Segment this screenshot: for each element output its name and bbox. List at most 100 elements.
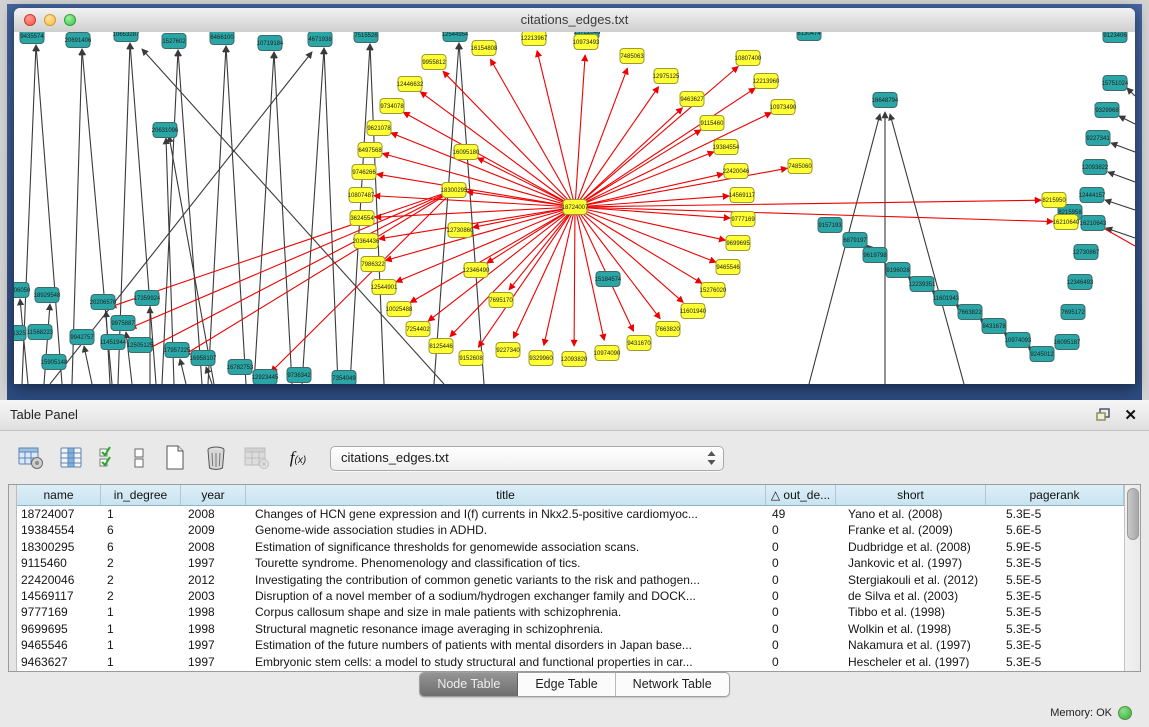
show-columns-icon[interactable] — [57, 443, 87, 473]
node-label: 9777169 — [731, 217, 755, 223]
node-label: 12730867 — [1073, 250, 1100, 256]
cell-in_degree: 1 — [101, 637, 181, 653]
node-label: 9157193 — [818, 223, 842, 229]
table-toolbar: f(x) citations_edges.txt — [16, 440, 724, 476]
node-label: 16782753 — [227, 365, 254, 371]
cell-name: 9115460 — [17, 555, 101, 571]
node-label: 7515526 — [354, 33, 378, 39]
table-row[interactable]: 911546021997Tourette syndrome. Phenomeno… — [17, 555, 1124, 571]
table-panel-title: Table Panel — [10, 400, 78, 430]
node-label: 7485063 — [620, 54, 644, 60]
node-label: 12544901 — [371, 285, 398, 291]
node-label: 12730860 — [447, 228, 474, 234]
close-window-button[interactable] — [24, 14, 36, 26]
table-header-row: namein_degreeyeartitle△ out_de...shortpa… — [17, 485, 1124, 506]
network-canvas[interactable]: 9435574206914061065328715276026466100107… — [14, 32, 1135, 384]
table-row[interactable]: 2242004622012Investigating the contribut… — [17, 572, 1124, 588]
memory-status-indicator — [1118, 706, 1132, 720]
cell-short: Wolkin et al. (1998) — [836, 621, 986, 637]
zoom-window-button[interactable] — [64, 14, 76, 26]
column-header-name[interactable]: name — [17, 485, 101, 505]
column-header-title[interactable]: title — [246, 485, 766, 505]
table-row[interactable]: 1830029562008Estimation of significance … — [17, 539, 1124, 555]
node-label: 10807487 — [348, 193, 375, 199]
minimize-window-button[interactable] — [44, 14, 56, 26]
node-label: 19384554 — [713, 145, 740, 151]
cell-name: 9463627 — [17, 654, 101, 670]
cell-year: 1997 — [181, 555, 246, 571]
close-panel-icon[interactable]: ✕ — [1124, 408, 1137, 423]
node-label: 12093822 — [1082, 165, 1109, 171]
network-view-window: citations_edges.txt 94355742069140610653… — [14, 8, 1135, 384]
tab-node-table[interactable]: Node Table — [420, 673, 518, 696]
deselect-all-icon[interactable] — [129, 443, 149, 473]
node-label: 15905148 — [41, 360, 68, 366]
node-label: 16095180 — [453, 150, 480, 156]
node-label: 12213967 — [521, 36, 548, 42]
node-label: 10974090 — [594, 351, 621, 357]
table-row[interactable]: 1456911722003Disruption of a novel membe… — [17, 588, 1124, 604]
cell-short: Jankovic et al. (1997) — [836, 555, 986, 571]
cell-name: 9777169 — [17, 604, 101, 620]
function-builder-icon[interactable]: f(x) — [283, 443, 313, 473]
node-label: 10025488 — [386, 307, 413, 313]
cell-name: 19384554 — [17, 522, 101, 538]
network-window-title: citations_edges.txt — [14, 8, 1135, 31]
column-header-pagerank[interactable]: pagerank — [986, 485, 1124, 505]
cell-year: 1998 — [181, 604, 246, 620]
table-selector-value: citations_edges.txt — [341, 447, 449, 469]
cell-title: Estimation of significance thresholds fo… — [246, 539, 766, 555]
select-all-icon[interactable] — [98, 443, 118, 473]
table-row[interactable]: 946362711997Embryonic stem cells: a mode… — [17, 654, 1124, 670]
node-label: 12544954 — [442, 32, 469, 38]
column-header-year[interactable]: year — [181, 485, 246, 505]
cell-pagerank: 5.9E-5 — [986, 539, 1124, 555]
table-vertical-scrollbar[interactable] — [1124, 485, 1140, 671]
column-header-in_degree[interactable]: in_degree — [101, 485, 181, 505]
cell-out_de: 0 — [766, 572, 836, 588]
cell-in_degree: 2 — [101, 588, 181, 604]
table-row[interactable]: 977716911998Corpus callosum shape and si… — [17, 604, 1124, 620]
cell-out_de: 0 — [766, 588, 836, 604]
tab-edge-table[interactable]: Edge Table — [518, 673, 615, 696]
cell-out_de: 0 — [766, 604, 836, 620]
cell-in_degree: 1 — [101, 654, 181, 670]
table-settings-icon[interactable] — [16, 443, 46, 473]
node-label: 10719184 — [257, 41, 284, 47]
node-label: 25206050 — [14, 288, 31, 294]
column-header-out_de[interactable]: △ out_de... — [766, 485, 836, 505]
column-header-short[interactable]: short — [836, 485, 986, 505]
table-row[interactable]: 1872400712008Changes of HCN gene express… — [17, 506, 1124, 522]
tab-network-table[interactable]: Network Table — [616, 673, 729, 696]
node-label: 12923445 — [252, 375, 279, 381]
cell-year: 1998 — [181, 621, 246, 637]
cell-name: 14569117 — [17, 588, 101, 604]
node-label: 9699695 — [726, 241, 750, 247]
cell-name: 18724007 — [17, 506, 101, 522]
delete-icon[interactable] — [201, 443, 231, 473]
table-row[interactable]: 1938455462009Genome-wide association stu… — [17, 522, 1124, 538]
node-label: 4671938 — [308, 37, 332, 43]
node-label: 15751024 — [1102, 81, 1129, 87]
node-label: 8130474 — [797, 32, 821, 37]
node-label: 9227341 — [1086, 136, 1110, 142]
table-row[interactable]: 969969511998Structural magnetic resonanc… — [17, 621, 1124, 637]
node-label: 1527602 — [162, 39, 186, 45]
cell-title: Genome-wide association studies in ADHD. — [246, 522, 766, 538]
table-panel: Table Panel ✕ — [0, 400, 1149, 727]
node-label: 9736342 — [287, 373, 311, 379]
cell-pagerank: 5.3E-5 — [986, 621, 1124, 637]
scrollbar-thumb[interactable] — [1127, 488, 1139, 540]
new-document-icon[interactable] — [160, 443, 190, 473]
network-window-titlebar[interactable]: citations_edges.txt — [14, 8, 1135, 33]
float-window-icon[interactable] — [1096, 408, 1111, 422]
node-label: 18300295 — [441, 188, 468, 194]
node-label: 7663822 — [958, 310, 982, 316]
node-label: 16210640 — [1053, 220, 1080, 226]
table-selector-dropdown[interactable]: citations_edges.txt — [330, 446, 724, 471]
node-label: 18724007 — [562, 205, 589, 211]
table-row[interactable]: 946554611997Estimation of the future num… — [17, 637, 1124, 653]
cell-name: 18300295 — [17, 539, 101, 555]
row-gutter — [9, 485, 17, 671]
citation-network-graph[interactable]: 9435574206914061065328715276026466100107… — [14, 32, 1135, 384]
